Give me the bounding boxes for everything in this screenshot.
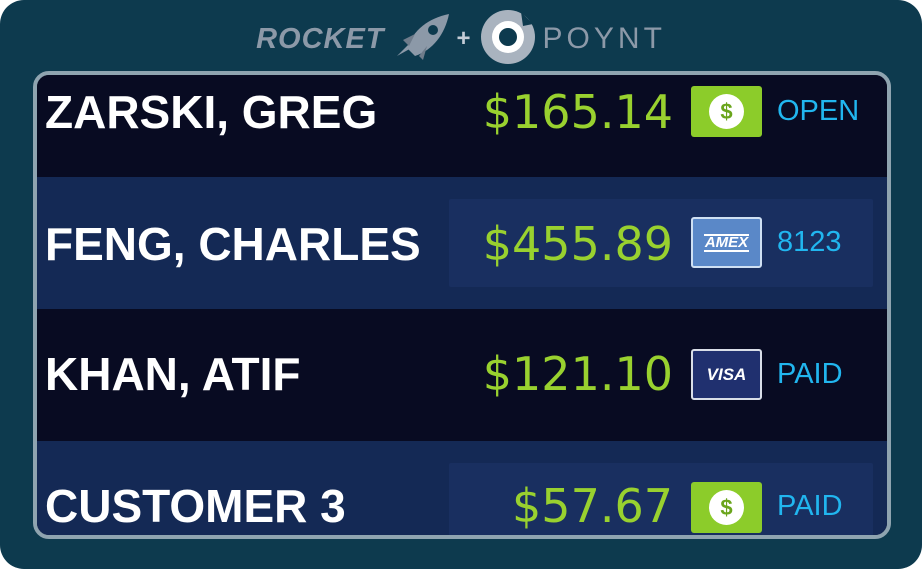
status-label: PAID <box>777 490 843 522</box>
customer-name: CUSTOMER 3 <box>45 480 346 532</box>
dollar-coin: $ <box>709 490 744 525</box>
transactions-list: ZARSKI, GREG $165.14 $ OPEN FENG, CHARLE… <box>33 71 891 539</box>
rocket-logo-text: ROCKET <box>256 22 385 55</box>
app-frame: ROCKET + POYNT ZARSKI, GREG $165.14 $ OP… <box>0 0 922 569</box>
rocket-icon <box>393 12 451 67</box>
card-brand-text: VISA <box>706 364 747 384</box>
brand-header: ROCKET + POYNT <box>0 8 922 70</box>
poynt-logo-text: POYNT <box>542 22 666 55</box>
list-item[interactable]: KHAN, ATIF $121.10 VISA PAID <box>37 309 887 441</box>
list-item[interactable]: FENG, CHARLES $455.89 AMEX 8123 <box>37 177 887 309</box>
amount: $165.14 <box>482 85 673 139</box>
status-label: PAID <box>777 358 843 390</box>
customer-name: FENG, CHARLES <box>45 218 421 270</box>
amount: $455.89 <box>482 217 673 271</box>
dollar-coin: $ <box>709 94 744 129</box>
poynt-logo-icon <box>479 8 537 71</box>
amount: $57.67 <box>512 479 673 533</box>
customer-name: ZARSKI, GREG <box>45 86 378 138</box>
plus-sign: + <box>456 25 471 52</box>
amex-icon: AMEX <box>691 217 762 268</box>
card-brand-text: AMEX <box>703 233 750 252</box>
amount: $121.10 <box>482 347 673 401</box>
visa-icon: VISA <box>691 349 762 400</box>
list-item[interactable]: CUSTOMER 3 $57.67 $ PAID <box>37 441 887 535</box>
cash-icon: $ <box>691 482 762 533</box>
status-label: OPEN <box>777 95 860 127</box>
cash-icon: $ <box>691 86 762 137</box>
customer-name: KHAN, ATIF <box>45 348 301 400</box>
card-last-four: 8123 <box>777 226 842 258</box>
